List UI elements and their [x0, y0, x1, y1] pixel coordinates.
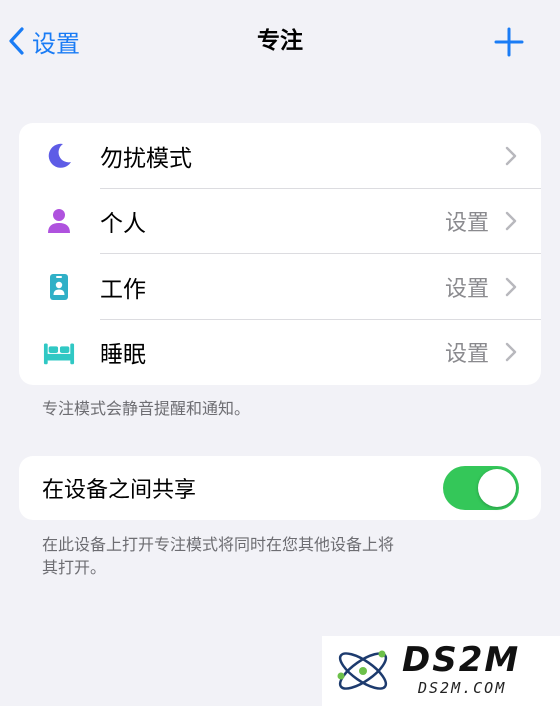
watermark: DS2M DS2M.COM — [322, 636, 560, 706]
focus-item-label: 工作 — [100, 276, 146, 303]
focus-item-value: 设置 — [444, 211, 489, 237]
focus-item-work[interactable]: 工作 设置 — [19, 254, 541, 320]
focus-item-label: 勿扰模式 — [100, 145, 192, 172]
share-footnote-line: 其打开。 — [42, 558, 107, 577]
focus-item-do-not-disturb[interactable]: 勿扰模式 — [19, 123, 541, 189]
focus-mode-list: 勿扰模式 个人 设置 工作 设置 睡眠 设置 — [19, 123, 541, 385]
moon-icon — [43, 140, 75, 172]
chevron-right-icon — [505, 277, 517, 296]
atom-logo-icon — [337, 650, 388, 690]
page-title: 专注 — [257, 28, 303, 54]
focus-item-value: 设置 — [444, 342, 489, 368]
focus-item-label: 个人 — [100, 211, 146, 238]
chevron-right-icon — [505, 212, 517, 231]
watermark-url: DS2M.COM — [418, 679, 507, 697]
toggle-knob — [478, 469, 516, 507]
focus-footnote: 专注模式会静音提醒和通知。 — [42, 399, 251, 418]
share-label: 在设备之间共享 — [42, 478, 197, 503]
focus-item-label: 睡眠 — [100, 342, 146, 369]
watermark-text: DS2M — [402, 640, 521, 680]
chevron-right-icon — [505, 146, 517, 165]
share-toggle[interactable] — [443, 466, 519, 510]
share-footnote-line: 在此设备上打开专注模式将同时在您其他设备上将 — [42, 535, 395, 554]
focus-item-personal[interactable]: 个人 设置 — [19, 189, 541, 254]
focus-item-sleep[interactable]: 睡眠 设置 — [19, 320, 541, 386]
navigation-bar: 设置 专注 — [0, 0, 560, 80]
chevron-right-icon — [505, 343, 517, 362]
add-icon[interactable] — [494, 27, 524, 57]
badge-icon — [43, 271, 75, 303]
bed-icon — [43, 336, 75, 368]
person-icon — [43, 205, 75, 237]
share-footnote: 在此设备上打开专注模式将同时在您其他设备上将 其打开。 — [42, 533, 394, 579]
share-across-devices-row: 在设备之间共享 — [19, 456, 541, 520]
focus-item-value: 设置 — [444, 276, 489, 302]
